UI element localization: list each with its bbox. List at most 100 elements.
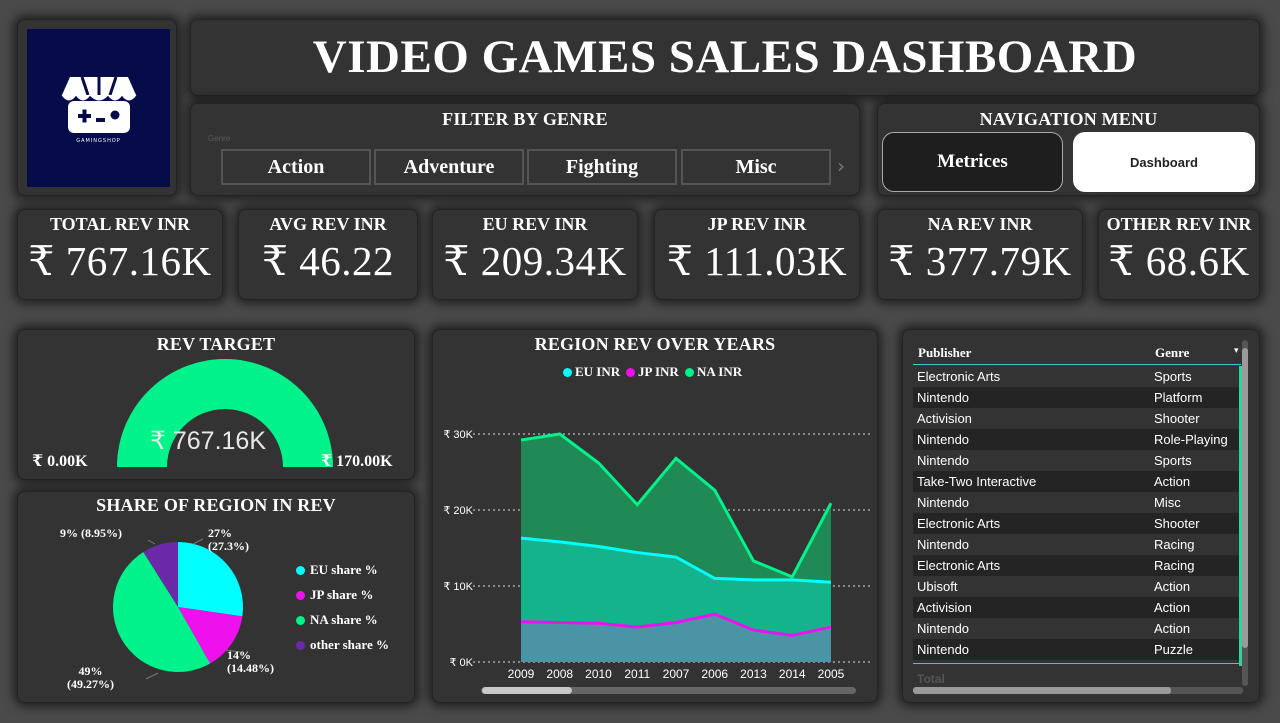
cell-publisher: Nintendo (917, 537, 970, 552)
legend-na-share[interactable]: NA share % (296, 612, 378, 628)
kpi-other-rev: OTHER REV INR ₹ 68.6K (1098, 209, 1260, 300)
cell-genre: Sports (1154, 369, 1192, 384)
horizontal-scrollbar-thumb[interactable] (913, 687, 1171, 694)
kpi-label: EU REV INR (482, 214, 588, 234)
table-row[interactable]: Nintendo Racing (913, 534, 1241, 555)
legend-jp-share[interactable]: JP share % (296, 587, 373, 603)
area-title: REGION REV OVER YEARS (534, 334, 776, 354)
table-row[interactable]: Electronic Arts Racing (913, 555, 1241, 576)
navigation-card: NAVIGATION MENU Metrices Dashboard (877, 103, 1260, 196)
kpi-label: OTHER REV INR (1106, 214, 1252, 234)
kpi-label: AVG REV INR (269, 214, 387, 234)
legend-label: EU share % (310, 562, 378, 577)
page-title: VIDEO GAMES SALES DASHBOARD (312, 31, 1138, 83)
cell-genre: Racing (1154, 558, 1195, 573)
kpi-na-rev: NA REV INR ₹ 377.79K (877, 209, 1083, 300)
kpi-eu-rev: EU REV INR ₹ 209.34K (432, 209, 638, 300)
cell-genre: Shooter (1154, 411, 1200, 426)
cell-genre: Action (1154, 621, 1191, 636)
cell-genre: Puzzle (1154, 642, 1194, 657)
table-row[interactable]: Electronic Arts Sports (913, 366, 1241, 387)
sort-icon[interactable]: ▾ (1234, 346, 1239, 356)
pie-leader-line (147, 539, 156, 545)
logo-text: GAMINGSHOP (76, 137, 121, 144)
x-tick-label: 2011 (624, 667, 650, 681)
cell-publisher: Ubisoft (917, 579, 958, 594)
legend-label: JP share % (310, 587, 374, 602)
legend-na-inr[interactable]: NA INR (685, 364, 742, 380)
cell-publisher: Nintendo (917, 642, 970, 657)
genre-button-misc[interactable]: Misc (681, 149, 831, 185)
metrics-nav-button[interactable]: Metrices (882, 132, 1063, 192)
chevron-right-icon[interactable]: › (837, 154, 845, 178)
x-tick-label: 2013 (740, 667, 767, 681)
table-row[interactable]: Activision Action (913, 597, 1241, 618)
legend-dot (296, 640, 305, 650)
table-header: Publisher Genre ▾ (913, 337, 1241, 365)
kpi-value: ₹ 68.6K (1108, 238, 1250, 284)
table-row[interactable]: Nintendo Puzzle (913, 639, 1241, 660)
x-tick-label: 2006 (701, 667, 728, 681)
table-row[interactable]: Nintendo Action (913, 618, 1241, 639)
filter-title: FILTER BY GENRE (442, 109, 608, 129)
legend-label: EU INR (575, 364, 621, 379)
legend-other-share[interactable]: other share % (296, 637, 389, 653)
cell-publisher: Nintendo (917, 432, 970, 447)
kpi-total-rev: TOTAL REV INR ₹ 767.16K (17, 209, 223, 300)
kpi-value: ₹ 46.22 (261, 238, 395, 284)
legend-dot (685, 367, 694, 377)
vertical-scrollbar-thumb[interactable] (1242, 348, 1248, 648)
table-row[interactable]: Nintendo Sports (913, 450, 1241, 471)
cell-genre: Racing (1154, 537, 1195, 552)
table-row[interactable]: Nintendo Platform (913, 387, 1241, 408)
cell-publisher: Nintendo (917, 390, 970, 405)
genre-button-fighting[interactable]: Fighting (527, 149, 677, 185)
legend-eu-inr[interactable]: EU INR (563, 364, 620, 380)
region-share-card: SHARE OF REGION IN REV 27% (27.3%) 14% (14… (17, 491, 415, 703)
pie-label-jp: 14% (14.48%) (227, 648, 274, 675)
table-row[interactable]: Electronic Arts Shooter (913, 513, 1241, 534)
genre-button-action[interactable]: Action (221, 149, 371, 185)
kpi-value: ₹ 111.03K (666, 238, 848, 284)
legend-jp-inr[interactable]: JP INR (626, 364, 679, 380)
region-rev-chart-card: ₹ 0K ₹ 10K ₹ 20K ₹ 30K 2009 2008 2010 2011 2007 2… (432, 329, 878, 703)
legend-dot (626, 367, 635, 377)
table-row[interactable]: Nintendo Role-Playing (913, 429, 1241, 450)
table-row[interactable]: Activision Shooter (913, 408, 1241, 429)
legend-label: NA share % (310, 612, 378, 627)
title-card: VIDEO GAMES SALES DASHBOARD (190, 19, 1260, 96)
genre-filter-card: FILTER BY GENRE Genre Action Adventure F… (190, 103, 860, 196)
dashboard-nav-button[interactable]: Dashboard (1073, 132, 1255, 192)
cell-publisher: Nintendo (917, 621, 970, 636)
legend-eu-share[interactable]: EU share % (296, 562, 378, 578)
x-tick-label: 2009 (508, 667, 535, 681)
column-header-genre[interactable]: Genre (1155, 345, 1189, 361)
chart-scrollbar-thumb[interactable] (482, 687, 572, 694)
cell-genre: Shooter (1154, 516, 1200, 531)
gauge-title: REV TARGET (156, 334, 276, 354)
legend-dot (296, 565, 305, 575)
pie-slice-eu[interactable] (178, 542, 244, 617)
logo-card: GAMINGSHOP (17, 19, 177, 196)
kpi-value: ₹ 209.34K (443, 238, 627, 284)
x-tick-label: 2008 (546, 667, 573, 681)
pie-leader-line (145, 672, 159, 680)
cell-publisher: Activision (917, 600, 972, 615)
filter-caption: Genre (208, 134, 231, 143)
y-tick-label: ₹ 20K (443, 505, 473, 517)
legend-dot (296, 590, 305, 600)
cell-genre: Action (1154, 474, 1191, 489)
logo: GAMINGSHOP (27, 29, 170, 187)
publisher-genre-table-card: Publisher Genre ▾ Electronic Arts Sports N… (902, 329, 1260, 703)
column-header-publisher[interactable]: Publisher (918, 345, 971, 361)
cell-publisher: Electronic Arts (917, 516, 1001, 531)
cell-genre: Platform (1154, 390, 1203, 405)
genre-button-adventure[interactable]: Adventure (374, 149, 524, 185)
table-row[interactable]: Ubisoft Action (913, 576, 1241, 597)
table-row[interactable]: Nintendo Misc (913, 492, 1241, 513)
pie-label-eu: 27% (27.3%) (208, 526, 249, 553)
legend-label: other share % (310, 637, 389, 652)
table-row[interactable]: Take-Two Interactive Action (913, 471, 1241, 492)
legend-label: JP INR (638, 364, 679, 379)
x-tick-label: 2010 (585, 667, 612, 681)
